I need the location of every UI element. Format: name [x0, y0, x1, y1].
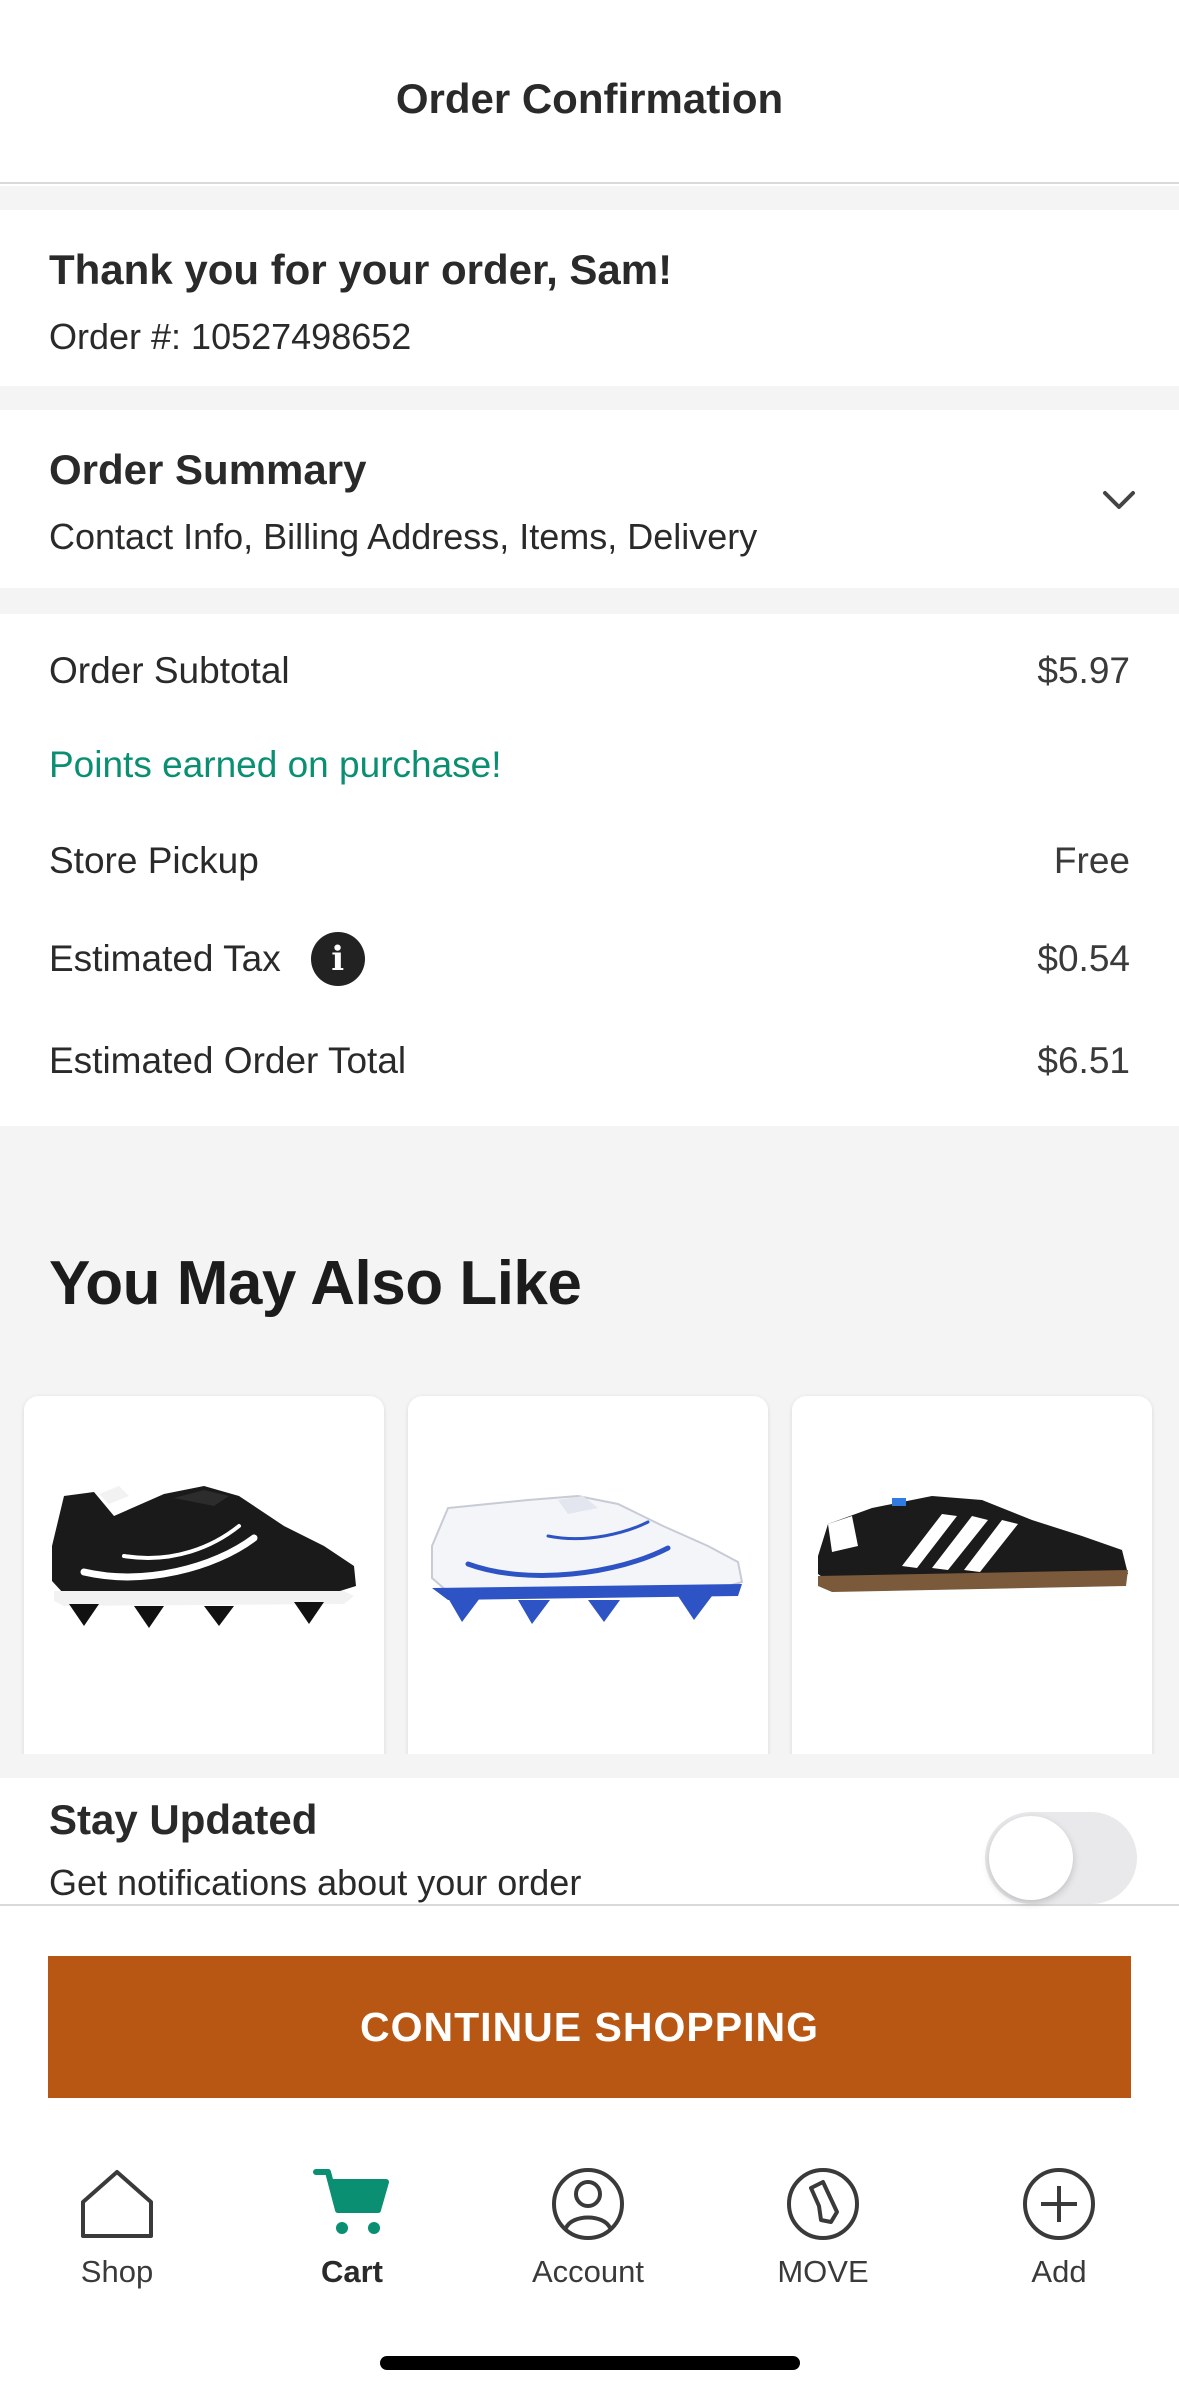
toggle-knob — [989, 1816, 1073, 1900]
order-summary-title: Order Summary — [49, 446, 367, 493]
store-pickup-value: Free — [1053, 840, 1130, 881]
info-icon[interactable]: i — [310, 932, 365, 986]
points-row: Points earned on purchase! — [49, 744, 1130, 786]
nav-label: Account — [531, 2254, 644, 2289]
subtotal-label: Order Subtotal — [49, 650, 290, 691]
order-total-value: $6.51 — [1037, 1040, 1130, 1081]
stay-updated-section: Stay Updated Get notifications about you… — [0, 1754, 1179, 1906]
nav-item-add[interactable]: Add — [959, 2130, 1159, 2290]
tax-value: $0.54 — [1037, 938, 1130, 979]
notifications-toggle[interactable] — [985, 1812, 1137, 1904]
order-summary-section[interactable]: Order Summary Contact Info, Billing Addr… — [0, 410, 1179, 588]
home-indicator[interactable] — [380, 2356, 800, 2370]
account-icon — [552, 2168, 624, 2240]
tax-label: Estimated Tax — [49, 938, 281, 979]
store-pickup-row: Store Pickup Free — [49, 840, 1130, 882]
nav-label: MOVE — [777, 2254, 869, 2289]
order-total-label: Estimated Order Total — [49, 1040, 407, 1081]
continue-shopping-button[interactable]: CONTINUE SHOPPING — [48, 1956, 1131, 2098]
nav-label: Cart — [320, 2254, 383, 2289]
nav-label: Shop — [80, 2254, 154, 2289]
nav-item-cart[interactable]: Cart — [252, 2130, 452, 2290]
order-total-row: Estimated Order Total $6.51 — [49, 1040, 1130, 1082]
tax-row: Estimated Tax i $0.54 — [49, 932, 1130, 986]
order-totals: Order Subtotal $5.97 Points earned on pu… — [0, 614, 1179, 1126]
nav-item-account[interactable]: Account — [488, 2130, 688, 2290]
product-card[interactable] — [792, 1396, 1152, 1754]
header: Order Confirmation — [0, 0, 1179, 184]
nav-item-move[interactable]: MOVE — [723, 2130, 923, 2290]
order-summary-subtitle: Contact Info, Billing Address, Items, De… — [49, 516, 758, 557]
nav-label: Add — [1031, 2254, 1087, 2289]
subtotal-value: $5.97 — [1037, 650, 1130, 691]
divider — [0, 186, 1179, 210]
divider — [0, 588, 1179, 614]
recommendations-title: You May Also Like — [49, 1249, 582, 1318]
thank-you-title: Thank you for your order, Sam! — [49, 246, 673, 293]
thank-you-section: Thank you for your order, Sam! Order #: … — [0, 210, 1179, 386]
black-cleat-image — [52, 1486, 356, 1628]
white-blue-cleat-image — [431, 1494, 744, 1624]
move-icon — [787, 2168, 859, 2240]
recommendations-section: You May Also Like — [0, 1126, 1179, 1754]
chevron-down-icon[interactable] — [1099, 480, 1139, 520]
page-title: Order Confirmation — [395, 75, 784, 122]
store-pickup-label: Store Pickup — [49, 840, 259, 881]
order-confirmation-screen: Order Confirmation Thank you for your or… — [0, 0, 1179, 2396]
stay-updated-subtitle: Get notifications about your order — [49, 1862, 582, 1903]
product-card[interactable] — [408, 1396, 768, 1754]
black-sneaker-image — [818, 1496, 1128, 1592]
order-number: Order #: 10527498652 — [49, 316, 412, 357]
add-icon — [1023, 2168, 1095, 2240]
stay-updated-title: Stay Updated — [49, 1796, 318, 1843]
home-icon — [81, 2170, 153, 2238]
divider — [0, 386, 1179, 410]
points-earned-text: Points earned on purchase! — [49, 744, 502, 785]
product-card[interactable] — [24, 1396, 384, 1754]
subtotal-row: Order Subtotal $5.97 — [49, 650, 1130, 692]
nav-item-shop[interactable]: Shop — [17, 2130, 217, 2290]
cart-icon — [313, 2169, 389, 2234]
